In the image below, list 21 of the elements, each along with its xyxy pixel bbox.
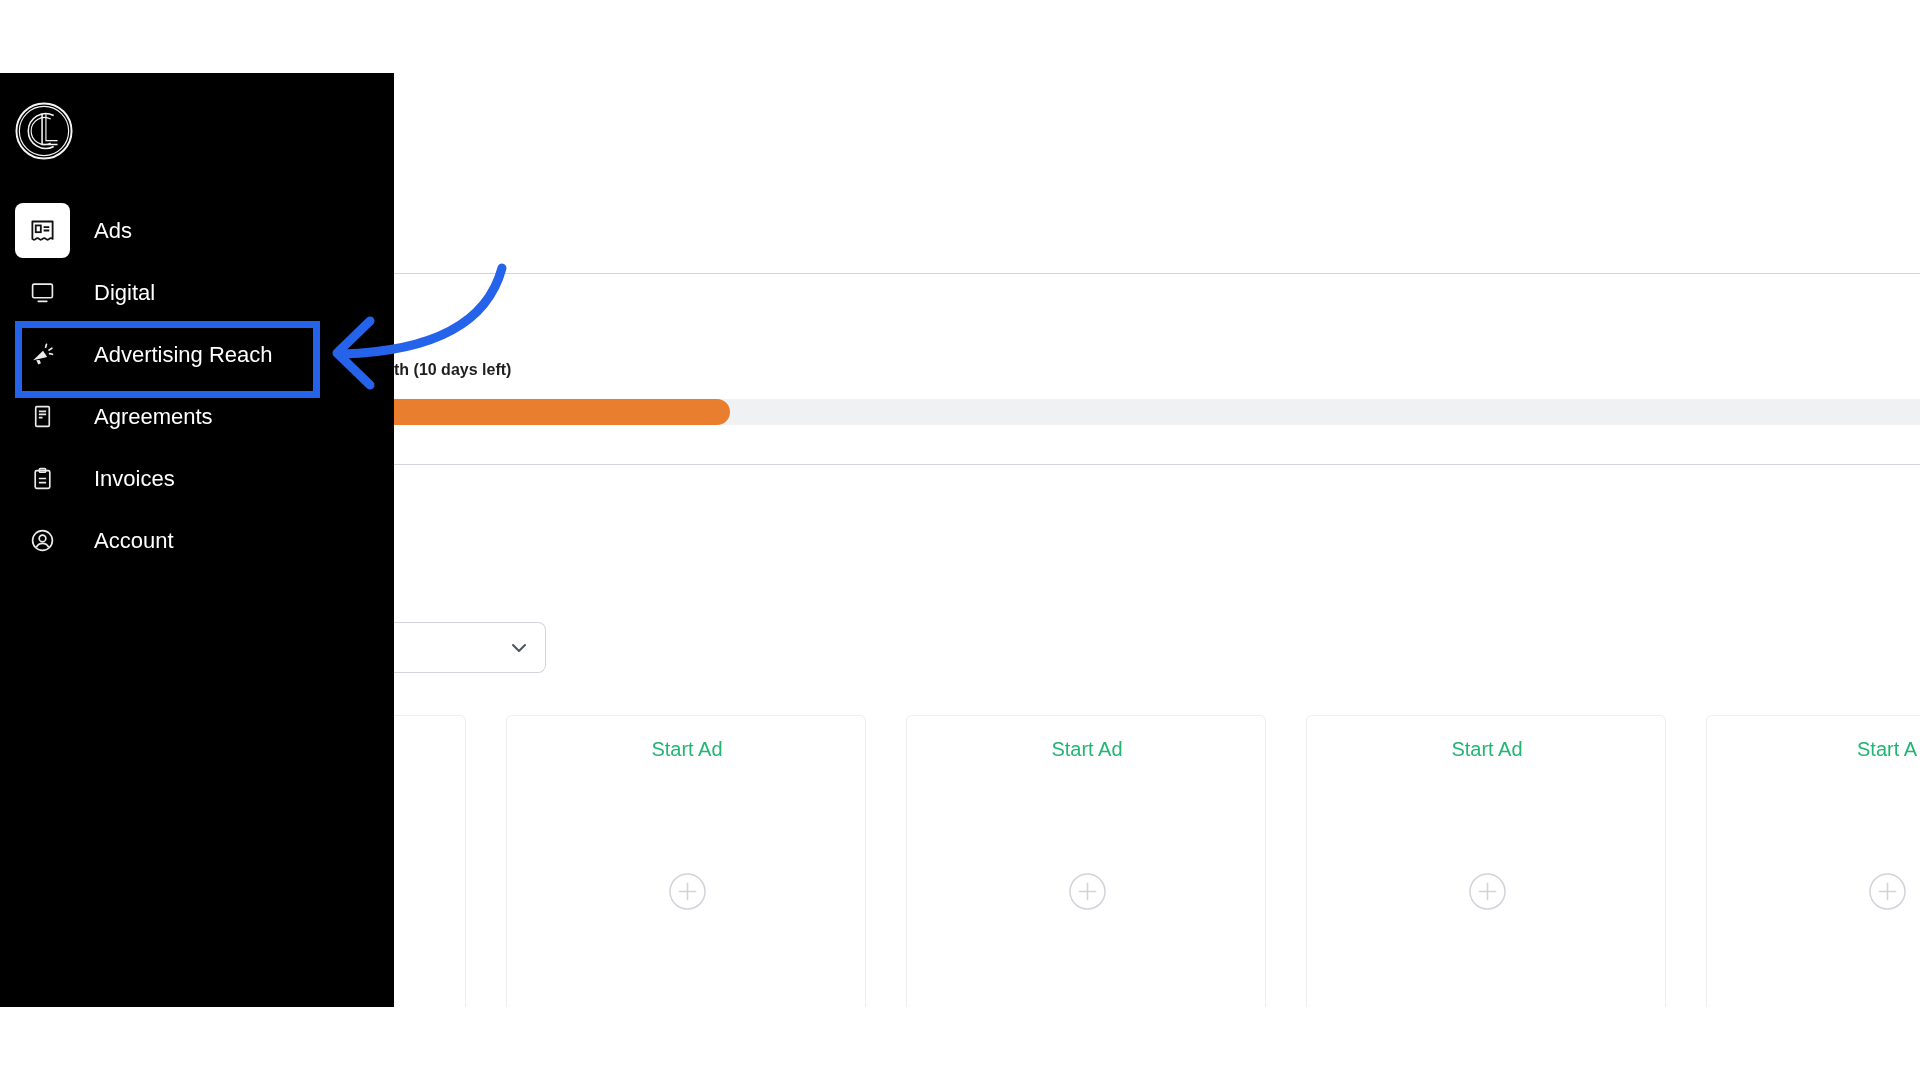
nav-item[interactable]: Agreements <box>0 385 219 447</box>
nav-item[interactable]: Digital <box>0 261 162 323</box>
newspaper-icon <box>15 202 70 258</box>
chevron-down-icon <box>511 642 527 653</box>
plus-circle-icon[interactable] <box>1868 873 1906 910</box>
card-title: Start Ad <box>1451 737 1523 762</box>
circle-logo <box>15 102 73 160</box>
user-circle-icon <box>30 527 55 553</box>
ad-card[interactable] <box>394 715 466 1007</box>
plus-circle-icon[interactable] <box>1468 873 1506 910</box>
card-title: Start Ad <box>1051 737 1123 762</box>
nav-item[interactable]: Invoices <box>0 447 181 509</box>
usage-caption: th (10 days left) <box>394 360 512 380</box>
nav-item[interactable]: Advertising Reach <box>0 323 279 385</box>
plus-circle-icon[interactable] <box>668 873 706 910</box>
plus-circle-icon[interactable] <box>1068 873 1106 910</box>
select-field[interactable] <box>394 622 546 673</box>
nav-item[interactable]: Ads <box>0 199 138 261</box>
card-title: Start A <box>1857 737 1917 762</box>
nav-item[interactable]: Account <box>0 509 180 571</box>
card-title: Start Ad <box>651 737 723 762</box>
